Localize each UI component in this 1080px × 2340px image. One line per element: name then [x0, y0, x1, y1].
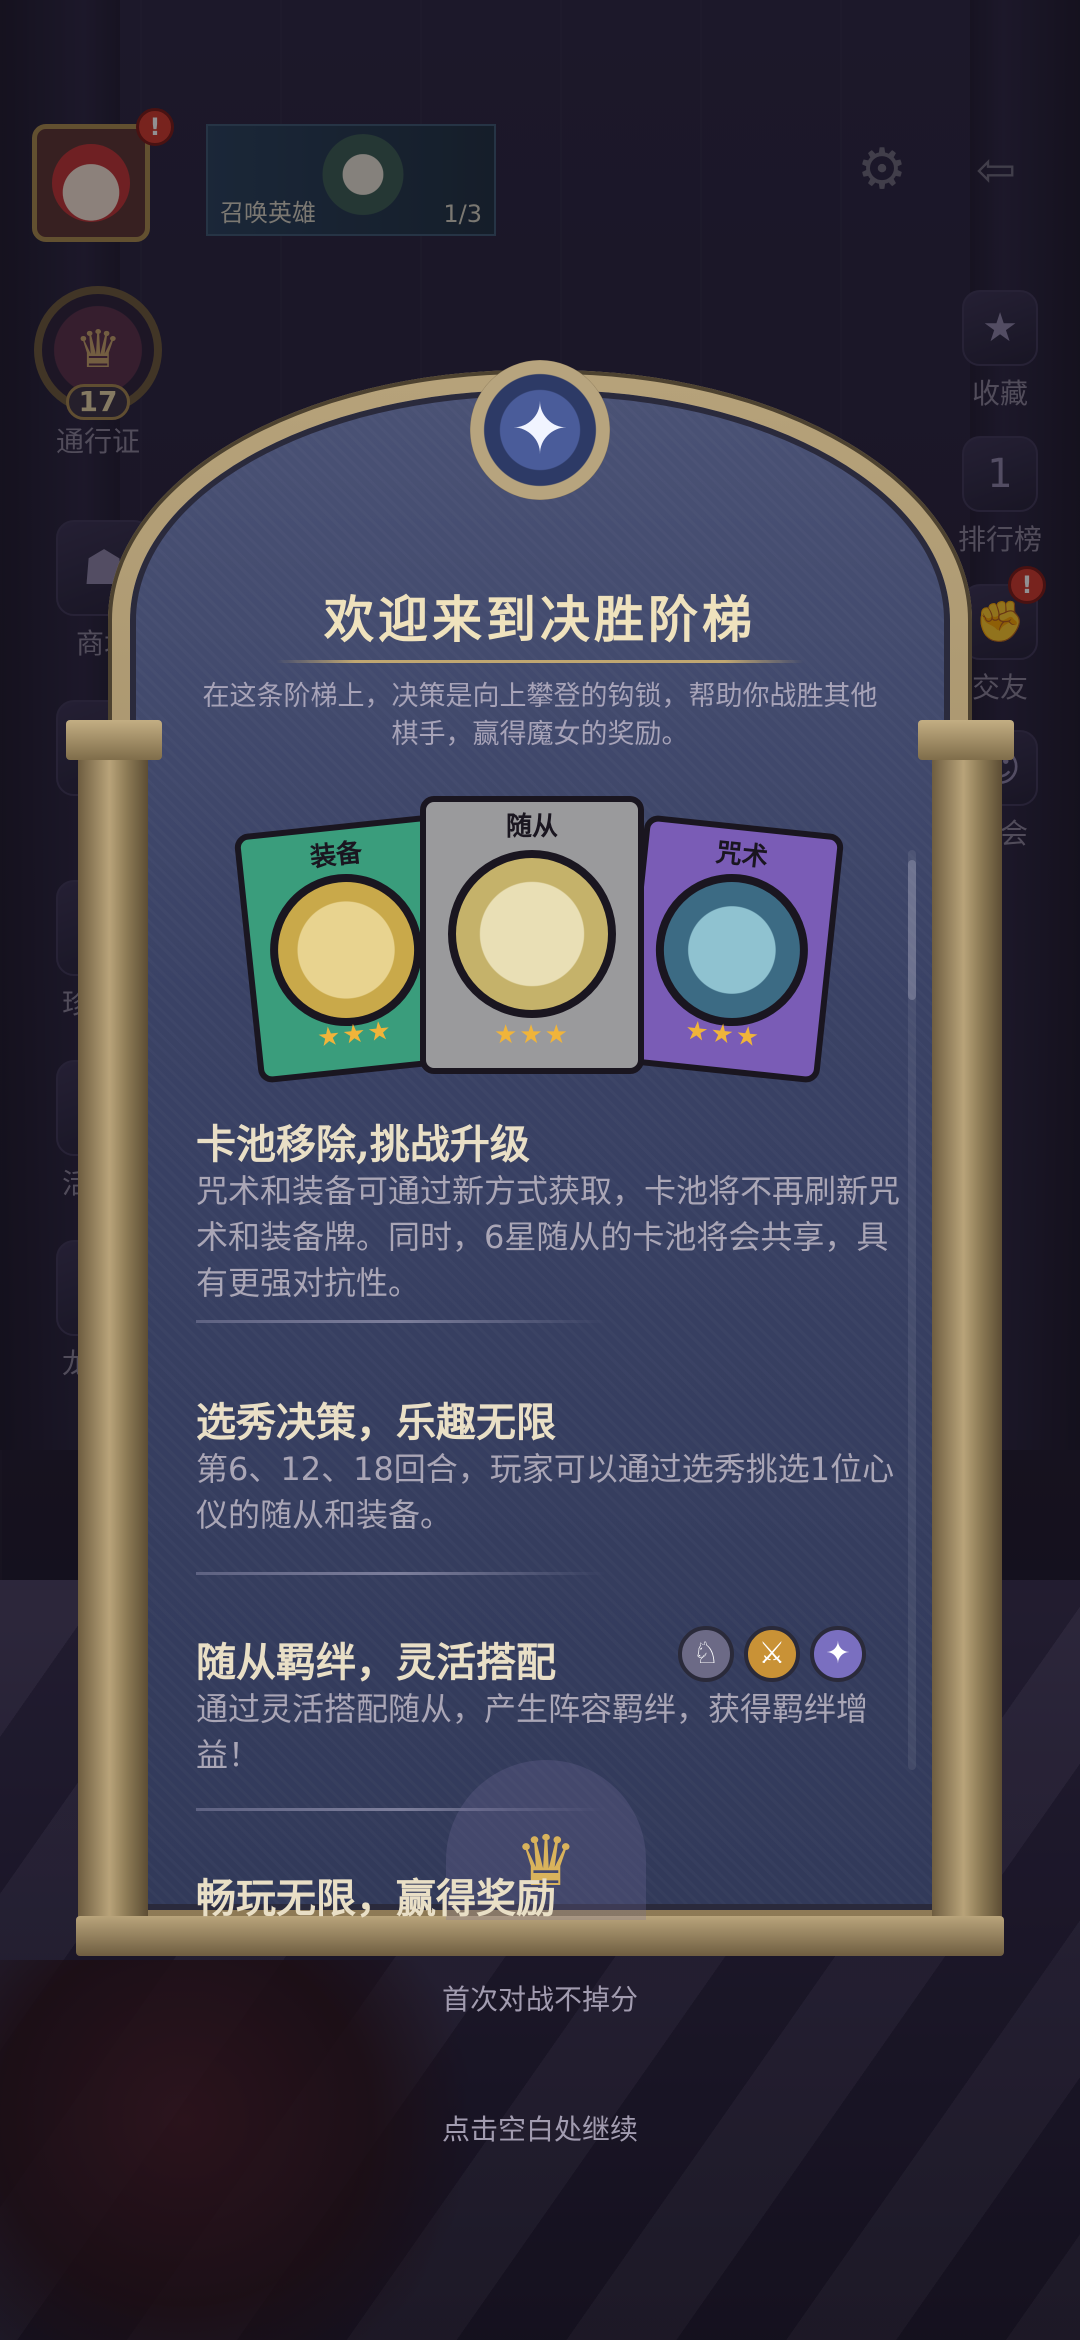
- section-body: 咒术和装备可通过新方式获取，卡池将不再刷新咒术和装备牌。同时，6星随从的卡池将会…: [196, 1172, 901, 1302]
- panel-base: [76, 1916, 1004, 1956]
- panel-scroll-thumb[interactable]: [908, 860, 916, 1000]
- section-body: 第6、12、18回合，玩家可以通过选秀挑选1位心仪的随从和装备。: [196, 1450, 895, 1534]
- card-stars: ★★★: [494, 1020, 570, 1050]
- panel-column-cap-right: [918, 720, 1014, 760]
- compass-star-icon: ✦: [470, 360, 610, 500]
- section-title: 卡池移除,挑战升级: [196, 1121, 530, 1168]
- sword-icon: ⚔: [744, 1626, 800, 1682]
- card-art: [262, 866, 430, 1034]
- dragon-icon: ♘: [678, 1626, 734, 1682]
- first-battle-note: 首次对战不掉分: [441, 1983, 638, 2016]
- section-title: 随从羁绊，灵活搭配: [196, 1639, 556, 1686]
- section-title: 畅玩无限，赢得奖励: [196, 1875, 556, 1920]
- section-title: 选秀决策，乐趣无限: [196, 1399, 556, 1446]
- panel-column-left: [78, 740, 148, 1920]
- tap-to-continue-hint: 点击空白处继续: [441, 2113, 638, 2146]
- section-divider: [196, 1320, 606, 1323]
- panel-title: 欢迎来到决胜阶梯: [324, 590, 756, 649]
- panel-column-cap-left: [66, 720, 162, 760]
- card-label: 咒术: [714, 837, 770, 874]
- star-icon: ✦: [810, 1626, 866, 1682]
- section-clip: 畅玩无限，赢得奖励: [196, 1860, 902, 1920]
- title-divider: [276, 660, 804, 663]
- panel-subtitle: 在这条阶梯上，决策是向上攀登的钩锁，帮助你战胜其他棋手，赢得魔女的奖励。: [202, 681, 878, 750]
- card-label: 装备: [308, 837, 364, 874]
- card-spell: 咒术 ★★★: [619, 814, 845, 1084]
- panel-column-right: [932, 740, 1002, 1920]
- card-art: [648, 866, 816, 1034]
- card-art: [448, 850, 616, 1018]
- ladder-intro-panel: ✦ 欢迎来到决胜阶梯 在这条阶梯上，决策是向上攀登的钩锁，帮助你战胜其他棋手，赢…: [66, 360, 1014, 1956]
- card-minion: 随从 ★★★: [420, 796, 644, 1074]
- bond-icons: ♘ ⚔ ✦: [678, 1626, 866, 1682]
- section-divider: [196, 1572, 606, 1575]
- card-label: 随从: [505, 812, 558, 842]
